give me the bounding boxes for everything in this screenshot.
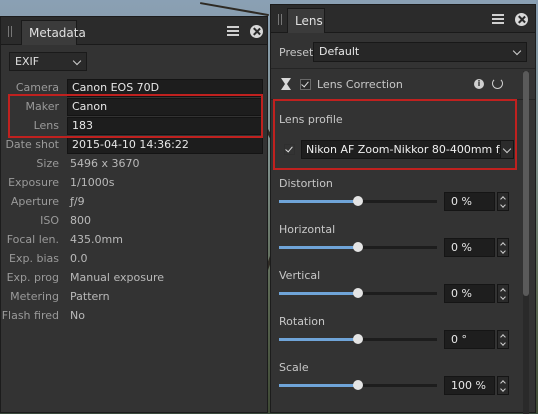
slider-knob[interactable]	[353, 380, 363, 390]
metadata-row-value: No	[70, 309, 85, 322]
highlight-maker-lens	[8, 94, 263, 138]
chevron-down-icon	[512, 46, 522, 56]
metadata-row-label: Exp. prog	[6, 271, 59, 284]
divider	[271, 68, 535, 69]
slider-fill	[279, 384, 358, 387]
reset-icon[interactable]	[492, 78, 503, 89]
metadata-row-field[interactable]: 2015-04-10 14:36:22	[67, 136, 263, 154]
metadata-row-label: Exp. bias	[9, 252, 59, 265]
metadata-row-value: Manual exposure	[70, 271, 165, 284]
metadata-row-label: Size	[36, 157, 59, 170]
slider-track[interactable]	[279, 196, 437, 206]
panel-title: Metadata	[29, 26, 86, 40]
metadata-row-label: Metering	[10, 290, 59, 303]
slider-value-field[interactable]: 0 %	[444, 238, 495, 257]
slider-track[interactable]	[279, 288, 437, 298]
metadata-row-value: 1/1000s	[70, 176, 115, 189]
slider-fill	[279, 246, 358, 249]
lens-panel-header: Lens	[271, 5, 535, 33]
metadata-row-value: ƒ/9	[70, 195, 85, 208]
metadata-row-label: Flash fired	[1, 309, 59, 322]
slider-track[interactable]	[279, 242, 437, 252]
metadata-row: ISO 800	[1, 212, 269, 231]
metadata-row-value: Canon EOS 70D	[72, 81, 160, 94]
lens-panel: Lens Preset: Default Lens Correction i L…	[270, 4, 536, 414]
preset-select[interactable]: Default	[313, 42, 527, 62]
slider-stepper[interactable]	[497, 330, 509, 349]
metadata-row: Exp. prog Manual exposure	[1, 269, 269, 288]
metadata-row: Date shot 2015-04-10 14:36:22	[1, 136, 269, 155]
metadata-row: Aperture ƒ/9	[1, 193, 269, 212]
metadata-row: Metering Pattern	[1, 288, 269, 307]
slider-label: Scale	[279, 361, 309, 374]
format-select-value: EXIF	[15, 55, 40, 68]
slider-stepper[interactable]	[497, 284, 509, 303]
metadata-row: Flash fired No	[1, 307, 269, 326]
info-icon[interactable]: i	[474, 79, 484, 89]
metadata-row-value: Pattern	[70, 290, 110, 303]
preset-label: Preset:	[279, 46, 318, 59]
menu-icon[interactable]	[492, 14, 504, 24]
metadata-row-label: Exposure	[8, 176, 59, 189]
chevron-down-icon	[72, 56, 82, 66]
menu-icon[interactable]	[227, 26, 239, 36]
metadata-panel-header: Metadata	[1, 17, 267, 45]
panel-title: Lens	[295, 14, 323, 28]
slider-stepper[interactable]	[497, 192, 509, 211]
metadata-row: Focal len. 435.0mm	[1, 231, 269, 250]
tab-metadata[interactable]: Metadata	[21, 20, 86, 45]
highlight-lens-profile	[273, 99, 517, 170]
metadata-row-value: 0.0	[70, 252, 88, 265]
slider-knob[interactable]	[353, 196, 363, 206]
preset-value: Default	[319, 45, 360, 58]
slider-track[interactable]	[279, 380, 437, 390]
metadata-row-value: 800	[70, 214, 91, 227]
grip-icon[interactable]	[278, 14, 284, 25]
slider-track[interactable]	[279, 334, 437, 344]
slider-value-field[interactable]: 100 %	[444, 376, 495, 395]
lens-correction-label: Lens Correction	[317, 78, 403, 91]
slider-value-field[interactable]: 0 °	[444, 330, 495, 349]
slider-label: Horizontal	[279, 223, 336, 236]
slider-label: Vertical	[279, 269, 321, 282]
slider-fill	[279, 200, 358, 203]
metadata-row-value: 2015-04-10 14:36:22	[72, 138, 189, 151]
close-icon[interactable]	[515, 13, 528, 26]
metadata-row-label: ISO	[40, 214, 59, 227]
metadata-panel: Metadata EXIF Camera Canon EOS 70D Maker Ca…	[0, 16, 268, 413]
slider-knob[interactable]	[353, 288, 363, 298]
tab-lens[interactable]: Lens	[287, 8, 325, 33]
metadata-row-value: 435.0mm	[70, 233, 123, 246]
metadata-row-label: Focal len.	[6, 233, 59, 246]
metadata-row-label: Camera	[15, 81, 59, 94]
scrollbar-thumb[interactable]	[523, 71, 529, 296]
metadata-row: Exp. bias 0.0	[1, 250, 269, 269]
scrollbar[interactable]	[523, 71, 529, 414]
metadata-row-value: 5496 x 3670	[70, 157, 140, 170]
slider-knob[interactable]	[353, 242, 363, 252]
metadata-format-select[interactable]: EXIF	[9, 52, 87, 71]
slider-fill	[279, 292, 358, 295]
slider-knob[interactable]	[353, 334, 363, 344]
close-icon[interactable]	[250, 25, 263, 38]
slider-label: Rotation	[279, 315, 326, 328]
lens-correction-checkbox[interactable]	[300, 79, 311, 90]
slider-value-field[interactable]: 0 %	[444, 192, 495, 211]
slider-value-field[interactable]: 0 %	[444, 284, 495, 303]
metadata-row: Size 5496 x 3670	[1, 155, 269, 174]
metadata-row-label: Aperture	[10, 195, 59, 208]
grip-icon[interactable]	[8, 26, 14, 37]
metadata-row: Exposure 1/1000s	[1, 174, 269, 193]
slider-stepper[interactable]	[497, 238, 509, 257]
slider-fill	[279, 338, 358, 341]
slider-label: Distortion	[279, 177, 333, 190]
lens-correction-icon	[279, 77, 293, 91]
slider-stepper[interactable]	[497, 376, 509, 395]
metadata-row-label: Date shot	[5, 138, 59, 151]
